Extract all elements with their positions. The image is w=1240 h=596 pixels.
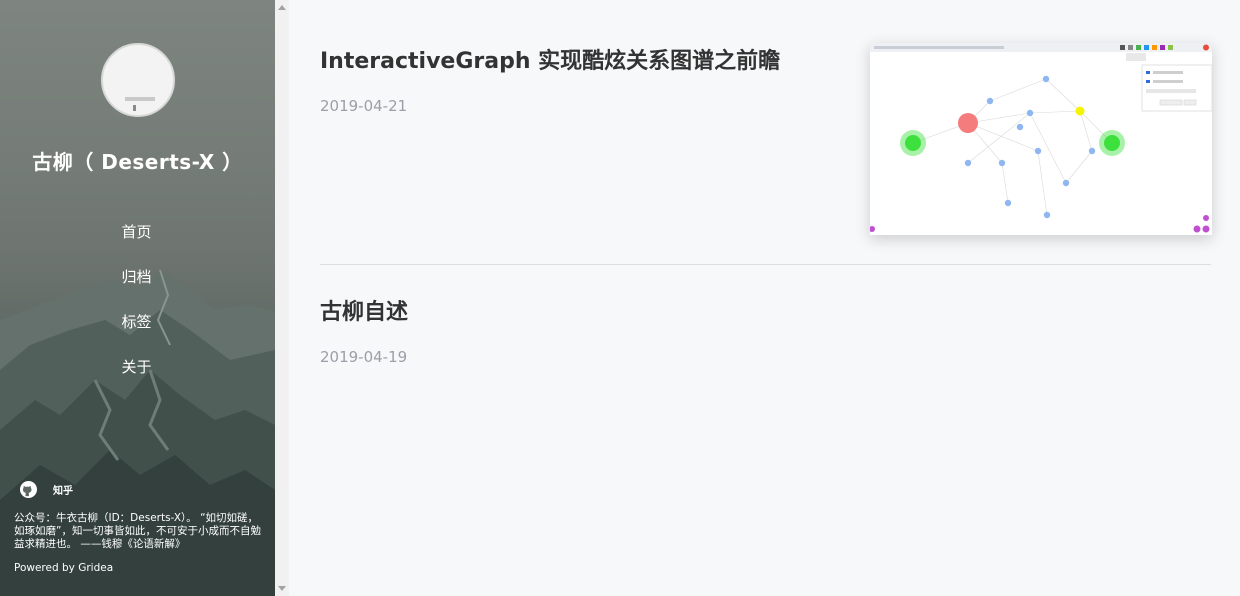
post-title[interactable]: 古柳自述 [320,294,408,326]
graph-screenshot-image [870,43,1212,233]
avatar[interactable] [101,43,175,117]
main-menu: 首页 归档 标签 关于 [0,218,275,398]
scrollbar[interactable] [275,0,289,596]
post-date: 2019-04-19 [320,348,408,366]
footer-text: 公众号：牛衣古柳（ID：Deserts-X）。 “如切如磋，如琢如磨”，知一切事… [14,512,261,550]
scroll-down-arrow-icon[interactable] [278,586,286,591]
post-item: InteractiveGraph 实现酷炫关系图谱之前瞻 2019-04-21 [320,43,780,115]
scroll-up-arrow-icon[interactable] [278,5,286,10]
menu-item-archive[interactable]: 归档 [0,263,275,308]
post-title[interactable]: InteractiveGraph 实现酷炫关系图谱之前瞻 [320,43,780,75]
avatar-image-detail [133,105,136,111]
post-item: 古柳自述 2019-04-19 [320,294,408,366]
avatar-image-detail [125,97,155,101]
menu-item-home[interactable]: 首页 [0,218,275,263]
post-divider [320,264,1211,265]
post-thumbnail[interactable] [870,43,1212,235]
sidebar: 古柳（ Deserts-X ） 首页 归档 标签 关于 知乎 公众号：牛衣古柳（… [0,0,275,596]
site-title[interactable]: 古柳（ Deserts-X ） [0,146,275,175]
zhihu-link[interactable]: 知乎 [53,482,73,497]
social-links: 知乎 [20,481,73,498]
powered-by[interactable]: Powered by Gridea [14,562,113,574]
github-icon[interactable] [20,481,37,498]
menu-item-tags[interactable]: 标签 [0,308,275,353]
menu-item-about[interactable]: 关于 [0,353,275,398]
main-content: InteractiveGraph 实现酷炫关系图谱之前瞻 2019-04-21 [289,0,1240,596]
post-date: 2019-04-21 [320,97,408,115]
